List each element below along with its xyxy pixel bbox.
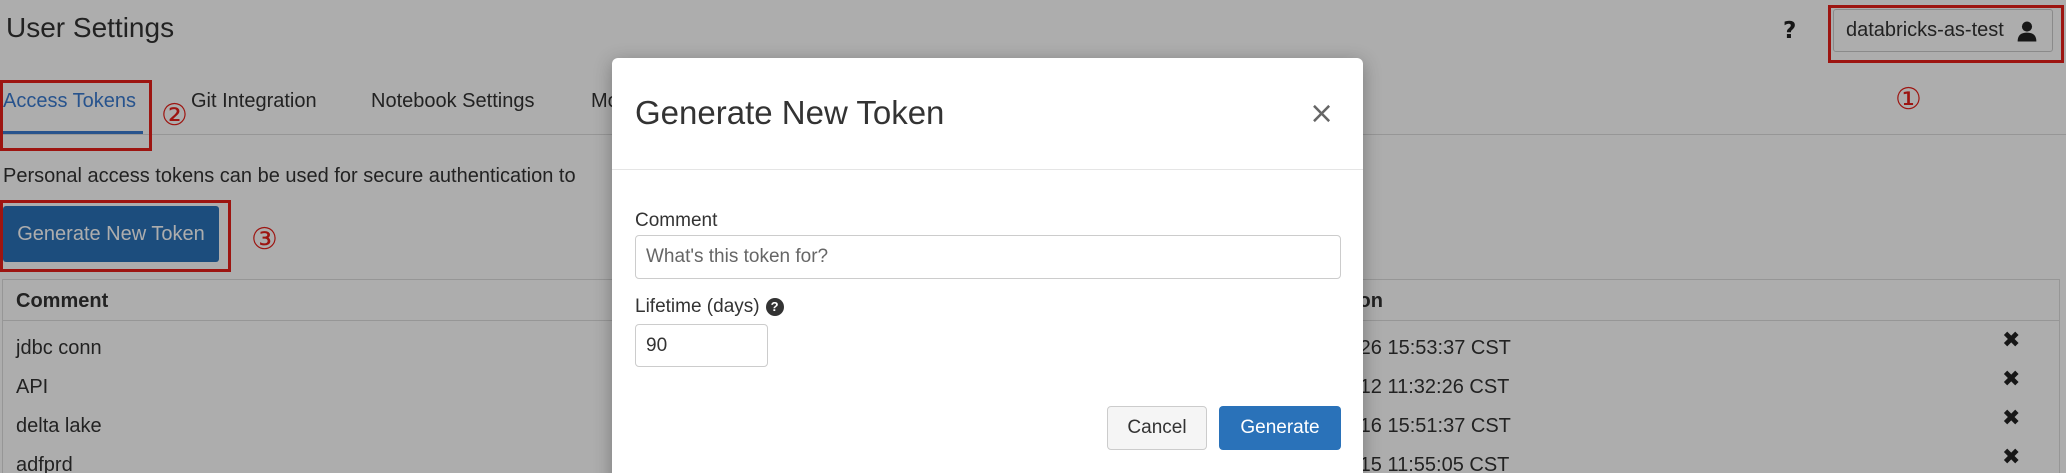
comment-input[interactable]	[635, 235, 1341, 279]
dialog-header-divider	[612, 169, 1363, 170]
close-icon[interactable]: ×	[1309, 96, 1334, 131]
generate-token-dialog: Generate New Token × Comment Lifetime (d…	[612, 58, 1363, 473]
help-icon[interactable]: ?	[765, 298, 784, 316]
cancel-button[interactable]: Cancel	[1107, 406, 1207, 450]
dialog-title: Generate New Token	[635, 94, 945, 131]
lifetime-input[interactable]	[635, 324, 768, 367]
generate-button[interactable]: Generate	[1219, 406, 1341, 450]
lifetime-label: Lifetime (days)	[635, 296, 760, 317]
comment-label: Comment	[635, 210, 718, 231]
lifetime-label-row: Lifetime (days)?	[635, 296, 784, 318]
